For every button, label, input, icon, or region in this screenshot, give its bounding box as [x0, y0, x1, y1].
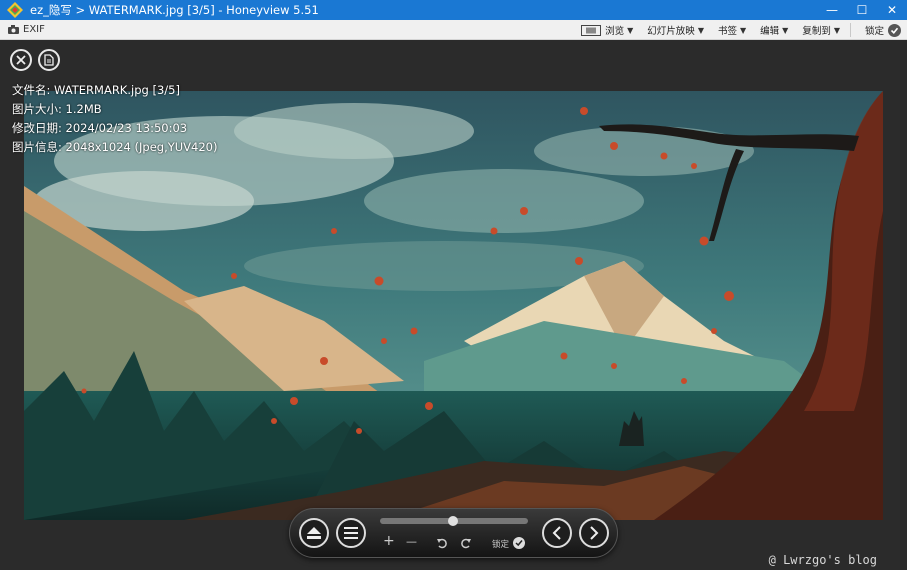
chevron-down-icon: ▼	[739, 25, 747, 35]
toolbar-divider	[849, 23, 851, 37]
lock-toggle[interactable]: 锁定	[865, 23, 901, 37]
slider-handle[interactable]	[447, 516, 458, 526]
eject-icon	[307, 527, 321, 539]
minimize-button[interactable]: —	[817, 0, 847, 20]
next-image-button[interactable]	[579, 518, 609, 548]
chevron-down-icon: ▼	[782, 25, 789, 35]
title-bar: ez_隐写 > WATERMARK.jpg [3/5] - Honeyview …	[0, 0, 907, 20]
slideshow-menu[interactable]: 幻灯片放映 ▼	[647, 23, 704, 38]
rotate-left-icon[interactable]	[436, 537, 448, 549]
image-info-overlay: 文件名: WATERMARK.jpg [3/5] 图片大小: 1.2MB 修改日…	[12, 81, 217, 157]
chevron-left-icon	[552, 526, 561, 540]
info-toggle-button[interactable]	[38, 49, 60, 71]
zoom-slider[interactable]	[380, 516, 528, 526]
lock-label[interactable]: 锁定	[492, 538, 509, 550]
chevron-down-icon: ▼	[627, 25, 634, 35]
rotate-right-icon[interactable]	[460, 537, 472, 549]
lock-label: 锁定	[864, 26, 884, 37]
viewer-control-bar: + — 锁定	[289, 508, 618, 558]
previous-image-button[interactable]	[542, 518, 572, 548]
exif-button[interactable]: EXIF	[8, 24, 45, 35]
chevron-down-icon: ▼	[697, 25, 704, 35]
copy-to-menu[interactable]: 复制到 ▼	[802, 23, 840, 38]
info-filesize: 图片大小: 1.2MB	[12, 102, 102, 116]
honeyview-app-icon	[7, 2, 23, 18]
chevron-down-icon: ▼	[833, 25, 840, 35]
info-image-details: 图片信息: 2048x1024 (Jpeg,YUV420)	[12, 140, 218, 154]
copy-to-label: 复制到	[802, 26, 831, 37]
browse-label: 浏览	[605, 26, 625, 37]
check-icon	[888, 23, 901, 37]
toolbar: EXIF 浏览 ▼ 幻灯片放映 ▼ 书签 ▼ 编辑 ▼ 复制到 ▼ 锁定	[0, 20, 907, 40]
edit-label: 编辑	[760, 26, 780, 37]
hamburger-icon	[344, 527, 358, 539]
window-title: ez_隐写 > WATERMARK.jpg [3/5] - Honeyview …	[30, 3, 319, 17]
browse-menu[interactable]: 浏览 ▼	[581, 23, 633, 37]
info-modified-date: 修改日期: 2024/02/23 13:50:03	[12, 121, 188, 135]
camera-icon	[8, 25, 19, 34]
slideshow-label: 幻灯片放映	[647, 26, 695, 37]
close-icon	[16, 55, 26, 65]
eject-button[interactable]	[299, 518, 329, 548]
bookmark-label: 书签	[717, 26, 737, 37]
chevron-right-icon	[590, 526, 599, 540]
blog-watermark: @ Lwrzgo's blog	[768, 553, 877, 567]
check-icon[interactable]	[513, 537, 525, 549]
document-icon	[44, 54, 54, 66]
bookmark-menu[interactable]: 书签 ▼	[717, 23, 747, 38]
maximize-button[interactable]: ☐	[847, 0, 877, 20]
menu-button[interactable]	[336, 518, 366, 548]
edit-menu[interactable]: 编辑 ▼	[760, 23, 789, 38]
exif-label: EXIF	[23, 24, 45, 35]
zoom-in-button[interactable]: +	[383, 533, 395, 549]
filmstrip-icon	[581, 24, 602, 36]
info-filename: 文件名: WATERMARK.jpg [3/5]	[12, 83, 180, 97]
zoom-out-button[interactable]: —	[406, 535, 417, 548]
close-view-button[interactable]	[10, 49, 32, 71]
close-window-button[interactable]: ✕	[877, 0, 907, 20]
